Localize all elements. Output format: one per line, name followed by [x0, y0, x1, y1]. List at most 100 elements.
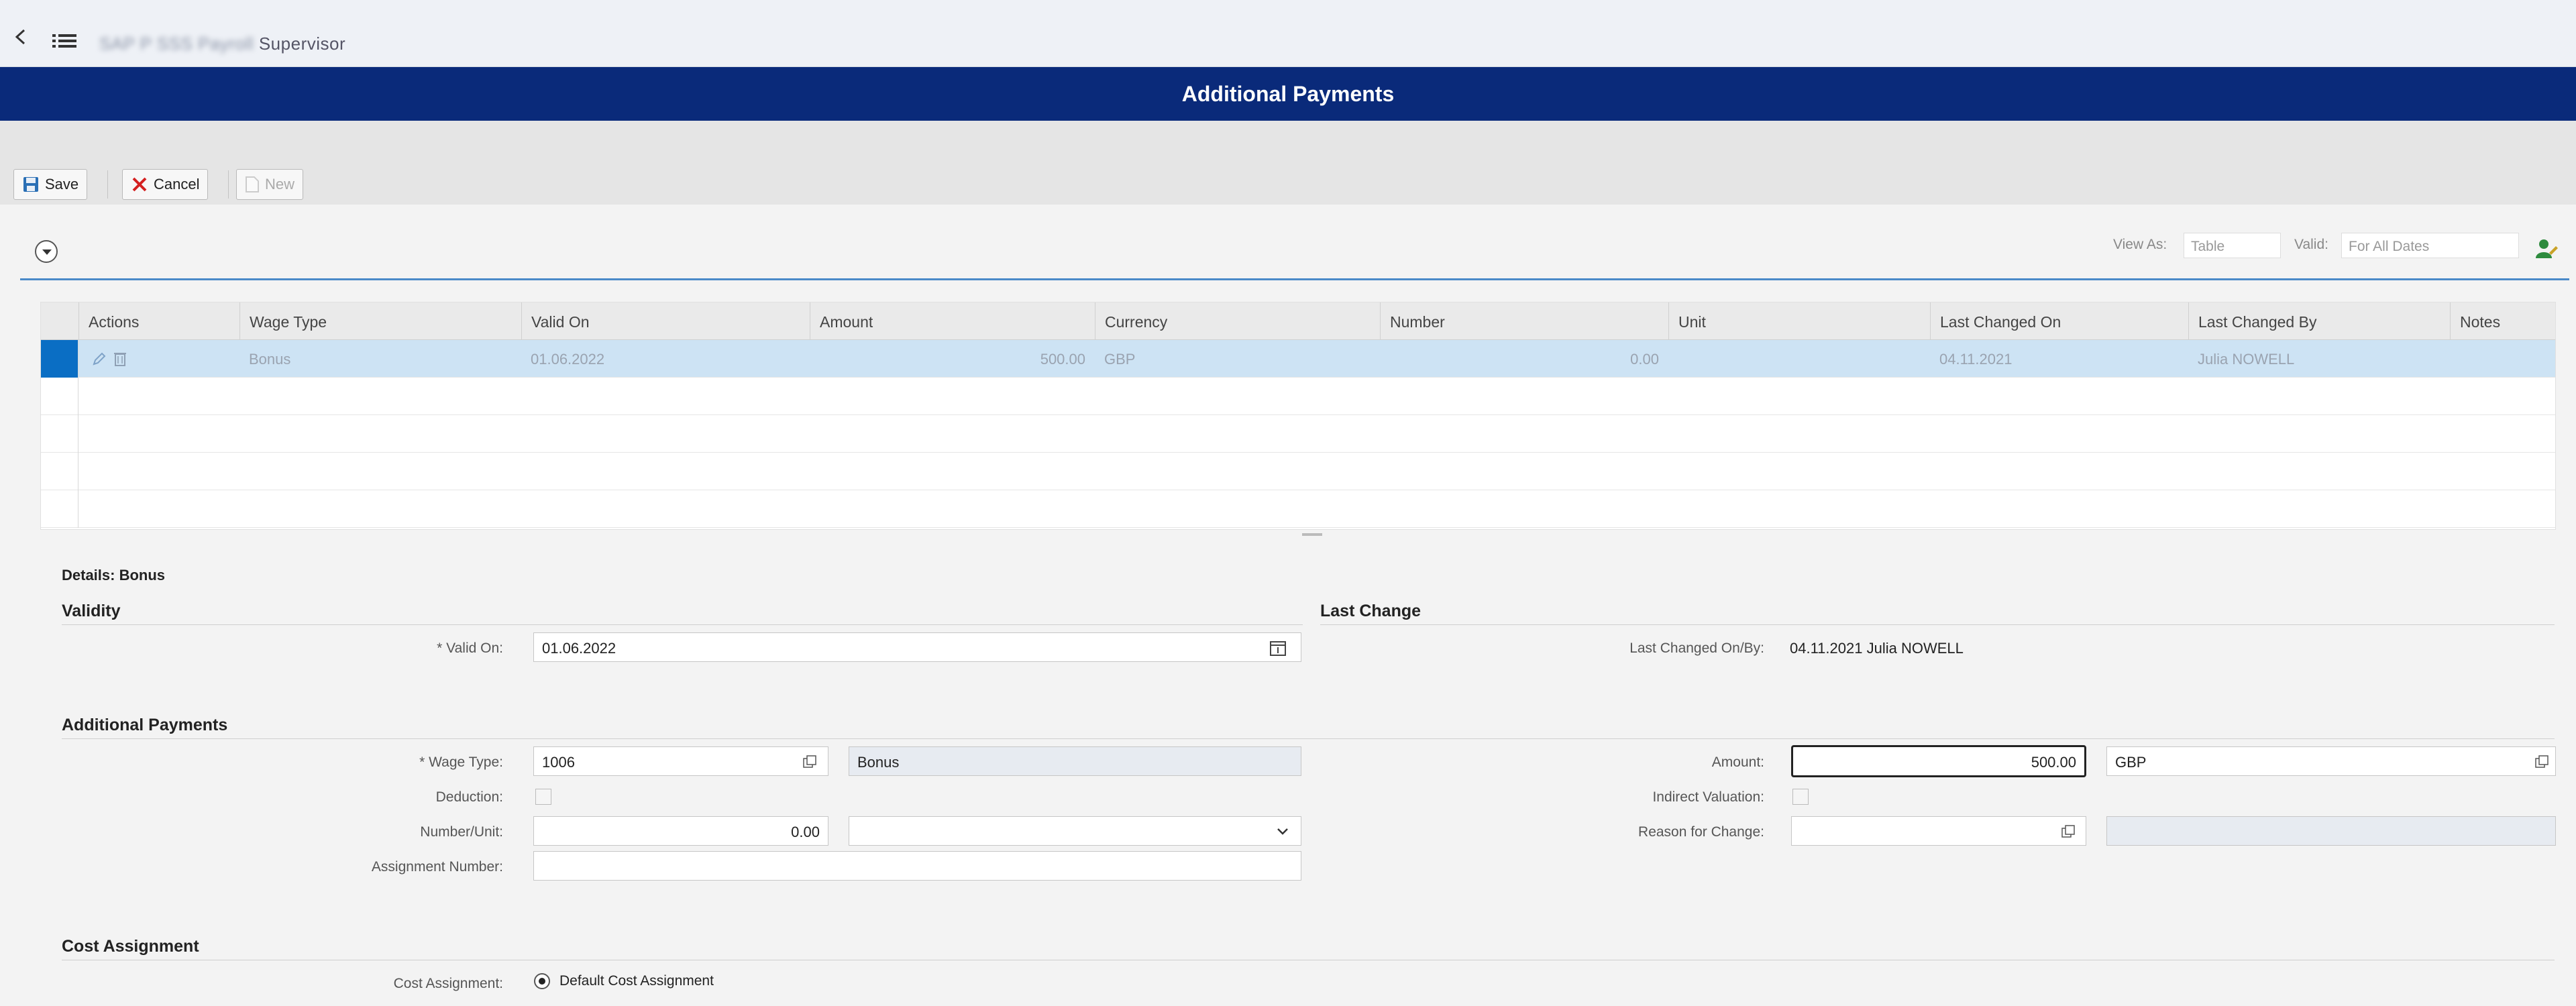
- indirect-valuation-label: Indirect Valuation:: [1652, 789, 1764, 805]
- column-header[interactable]: Valid On: [521, 302, 810, 340]
- table-row[interactable]: [41, 490, 2555, 528]
- last-changed-value: 04.11.2021 Julia NOWELL: [1790, 640, 1964, 657]
- cell-currency: GBP: [1104, 351, 1136, 368]
- title-bar: Additional Payments: [0, 67, 2576, 121]
- table-row[interactable]: [41, 453, 2555, 490]
- section-divider: [20, 278, 2569, 280]
- section-line: [62, 738, 2555, 739]
- row-selector[interactable]: [41, 490, 78, 528]
- cell-notes: [2450, 340, 2555, 378]
- content-area: View As: Table Valid: For All Dates Acti…: [0, 205, 2576, 1006]
- column-header[interactable]: Currency: [1095, 302, 1380, 340]
- back-icon[interactable]: [12, 28, 30, 46]
- view-as-label: View As:: [2113, 237, 2167, 252]
- cell-valid-on: 01.06.2022: [531, 351, 605, 368]
- breadcrumb: SAP P SSS Payroll Supervisor: [99, 34, 345, 54]
- cancel-icon: [132, 177, 147, 192]
- column-header[interactable]: Actions: [78, 302, 199, 340]
- assignment-number-input[interactable]: [533, 851, 1301, 881]
- table-row[interactable]: Bonus 01.06.2022 500.00 GBP 0.00 04.11.2…: [41, 340, 2555, 378]
- wage-type-text: Bonus: [849, 746, 1301, 776]
- toolbar-separator: [107, 170, 108, 199]
- validity-section-title: Validity: [62, 602, 121, 620]
- wage-type-input[interactable]: 1006: [533, 746, 828, 776]
- number-input[interactable]: 0.00: [533, 816, 828, 846]
- value-help-icon[interactable]: [2061, 824, 2076, 839]
- number-unit-label: Number/Unit:: [420, 824, 503, 840]
- default-cost-assignment-radio[interactable]: [534, 973, 550, 989]
- edit-icon[interactable]: [92, 351, 107, 366]
- breadcrumb-blurred: SAP P SSS Payroll: [99, 34, 254, 54]
- top-bar: SAP P SSS Payroll Supervisor: [0, 0, 2576, 67]
- calendar-icon[interactable]: [1269, 639, 1287, 657]
- reason-for-change-input[interactable]: [1791, 816, 2086, 846]
- last-changed-label: Last Changed On/By:: [1629, 640, 1764, 656]
- cell-last-changed-on: 04.11.2021: [1939, 351, 2012, 368]
- page-title: Additional Payments: [1181, 82, 1395, 106]
- cell-number: 0.00: [1630, 351, 1659, 368]
- save-label: Save: [45, 176, 79, 192]
- table-row[interactable]: [41, 378, 2555, 415]
- amount-input[interactable]: 500.00: [1791, 745, 2086, 777]
- table-row[interactable]: [41, 415, 2555, 453]
- toolbar-separator: [228, 170, 229, 199]
- valid-on-label: * Valid On:: [437, 640, 503, 656]
- menu-icon[interactable]: [52, 34, 76, 48]
- row-selector[interactable]: [41, 340, 78, 378]
- cell-amount: 500.00: [1040, 351, 1085, 368]
- cost-assignment-section-title: Cost Assignment: [62, 937, 199, 956]
- cancel-label: Cancel: [154, 176, 200, 192]
- column-header[interactable]: Unit: [1668, 302, 1930, 340]
- save-icon: [23, 177, 38, 192]
- cell-last-changed-by: Julia NOWELL: [2198, 351, 2295, 368]
- wage-type-label: * Wage Type:: [419, 754, 503, 770]
- column-header[interactable]: Notes: [2450, 302, 2555, 340]
- column-header[interactable]: Wage Type: [239, 302, 521, 340]
- row-selector[interactable]: [41, 415, 78, 453]
- new-document-icon: [246, 176, 259, 192]
- personalize-icon[interactable]: [2534, 237, 2559, 261]
- view-as-select[interactable]: Table: [2184, 233, 2281, 258]
- value-help-icon[interactable]: [2534, 754, 2549, 769]
- column-header[interactable]: Last Changed By: [2188, 302, 2450, 340]
- column-header[interactable]: Number: [1380, 302, 1668, 340]
- collapse-toggle-icon[interactable]: [35, 240, 58, 263]
- cell-unit: [1668, 340, 1930, 378]
- deduction-checkbox[interactable]: [535, 789, 551, 805]
- cell-wage-type: Bonus: [249, 351, 291, 368]
- chevron-down-icon[interactable]: [1276, 827, 1289, 836]
- currency-input[interactable]: GBP: [2106, 746, 2556, 776]
- splitter-handle[interactable]: [1302, 533, 1322, 536]
- table-header: Actions Wage Type Valid On Amount Curren…: [41, 302, 2555, 340]
- default-cost-assignment-label: Default Cost Assignment: [559, 973, 714, 989]
- amount-label: Amount:: [1711, 754, 1764, 770]
- delete-icon[interactable]: [113, 351, 127, 367]
- details-title: Details: Bonus: [62, 567, 166, 583]
- new-label: New: [265, 176, 295, 192]
- value-help-icon[interactable]: [802, 754, 817, 769]
- indirect-valuation-checkbox[interactable]: [1792, 789, 1809, 805]
- toolbar: Save Cancel New: [0, 121, 2576, 205]
- assignment-number-label: Assignment Number:: [371, 859, 503, 875]
- row-selector[interactable]: [41, 453, 78, 490]
- breadcrumb-app: Supervisor: [258, 34, 346, 54]
- last-change-section-title: Last Change: [1320, 602, 1421, 620]
- valid-on-input[interactable]: 01.06.2022: [533, 632, 1301, 662]
- cancel-button[interactable]: Cancel: [122, 169, 209, 200]
- column-header[interactable]: Amount: [810, 302, 1095, 340]
- section-line: [62, 624, 1303, 625]
- deduction-label: Deduction:: [435, 789, 503, 805]
- reason-for-change-label: Reason for Change:: [1638, 824, 1764, 840]
- save-button[interactable]: Save: [13, 169, 88, 200]
- valid-label: Valid:: [2294, 237, 2328, 252]
- row-selector[interactable]: [41, 378, 78, 415]
- cost-assignment-label: Cost Assignment:: [393, 976, 503, 991]
- valid-select[interactable]: For All Dates: [2341, 233, 2519, 258]
- section-line: [1320, 624, 2555, 625]
- reason-for-change-text: [2106, 816, 2556, 846]
- additional-payments-section-title: Additional Payments: [62, 716, 228, 734]
- new-button[interactable]: New: [236, 169, 304, 200]
- column-header[interactable]: Last Changed On: [1930, 302, 2188, 340]
- unit-select[interactable]: [849, 816, 1301, 846]
- payments-table: Actions Wage Type Valid On Amount Curren…: [40, 302, 2556, 536]
